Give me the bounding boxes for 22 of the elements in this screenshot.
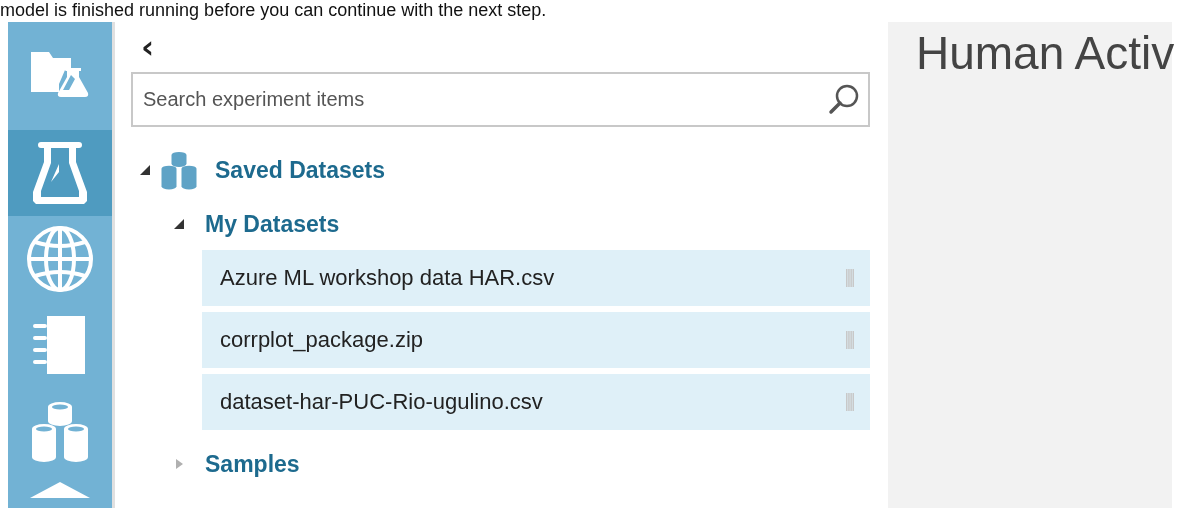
back-button[interactable]: ‹ <box>137 30 159 64</box>
tree-node-label[interactable]: Samples <box>205 450 300 478</box>
drag-handle-icon[interactable] <box>846 331 854 349</box>
search-field[interactable]: Search experiment items <box>131 72 870 127</box>
tree-node-label[interactable]: Saved Datasets <box>215 156 386 184</box>
drag-handle-icon[interactable] <box>846 269 854 287</box>
tree-node-label[interactable]: My Datasets <box>205 210 340 238</box>
dataset-item[interactable]: dataset-har-PUC-Rio-ugulino.csv <box>202 374 870 430</box>
drag-handle-icon[interactable] <box>846 393 854 411</box>
caret-icon[interactable] <box>139 164 151 176</box>
caption-text: model is finished running before you can continue with the next step. <box>0 0 548 20</box>
sidebar-item[interactable] <box>8 130 112 216</box>
notebook-icon <box>33 316 87 374</box>
search-icon[interactable] <box>828 83 860 115</box>
flask-icon <box>33 142 87 204</box>
caret-icon[interactable] <box>173 218 185 230</box>
experiment-title: Human Activ <box>916 26 1172 80</box>
dataset-item[interactable]: Azure ML workshop data HAR.csv <box>202 250 870 306</box>
datasets-icon <box>159 150 199 190</box>
dataset-item[interactable]: corrplot_package.zip <box>202 312 870 368</box>
datasets-icon <box>31 399 89 463</box>
globe-icon <box>25 224 95 294</box>
